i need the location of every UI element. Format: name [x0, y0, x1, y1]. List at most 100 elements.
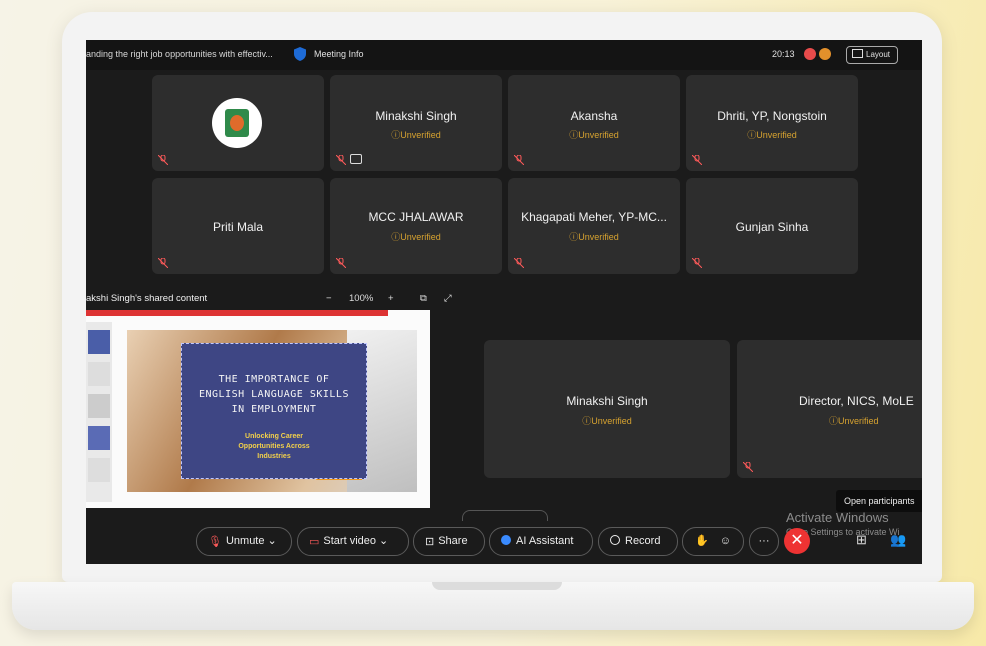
participants-icon[interactable]: 👥	[890, 532, 906, 548]
participant-name: Akansha	[570, 109, 618, 123]
layout-button[interactable]: Layout	[846, 46, 898, 64]
muted-mic-icon	[514, 258, 524, 268]
unverified-badge: Unverified	[686, 128, 858, 141]
participant-name: Priti Mala	[212, 220, 263, 234]
layout-label: Layout	[866, 50, 891, 59]
slide-thumbnail[interactable]	[88, 426, 110, 450]
participant-tile[interactable]: Khagapati Meher, YP-MC... Unverified	[508, 178, 680, 274]
unverified-badge: Unverified	[484, 414, 730, 427]
muted-mic-icon	[514, 155, 524, 165]
ai-assistant-label: AI Assistant	[516, 535, 574, 547]
meeting-info-link[interactable]: Meeting Info	[314, 49, 364, 59]
participant-name: Khagapati Meher, YP-MC...	[521, 210, 667, 224]
meeting-title: anding the right job opportunities with …	[86, 49, 273, 59]
participant-tile[interactable]: Dhriti, YP, Nongstoin Unverified	[686, 75, 858, 171]
muted-mic-icon	[158, 258, 168, 268]
shield-icon	[294, 47, 306, 61]
participant-tile[interactable]: Gunjan Sinha	[686, 178, 858, 274]
slide-title: THE IMPORTANCE OF ENGLISH LANGUAGE SKILL…	[182, 372, 366, 417]
participant-name: Gunjan Sinha	[735, 220, 809, 234]
unmute-button[interactable]: 🎙 Unmute ⌄	[196, 527, 292, 556]
participant-name: Director, NICS, MoLE	[799, 394, 914, 408]
laptop-base	[12, 582, 974, 630]
muted-mic-icon	[692, 155, 702, 165]
recording-icon	[804, 48, 816, 60]
slide-subtitle-line: Unlocking Career	[245, 433, 303, 440]
apps-icon[interactable]: ⊞	[856, 532, 867, 548]
participant-name: MCC JHALAWAR	[368, 210, 464, 224]
participant-tile[interactable]: MCC JHALAWAR Unverified	[330, 178, 502, 274]
share-screen-icon: ⊡	[425, 536, 435, 548]
stage-participant-tile[interactable]: Director, NICS, MoLE Unverified	[737, 340, 922, 478]
pop-out-icon[interactable]: ⧉	[420, 293, 427, 304]
record-icon	[610, 535, 620, 545]
slide-thumbnail[interactable]	[88, 458, 110, 482]
presentation-slide: THE IMPORTANCE OF ENGLISH LANGUAGE SKILL…	[127, 330, 417, 492]
layout-icon	[852, 49, 863, 58]
slide-thumbnail[interactable]	[88, 362, 110, 386]
muted-mic-icon	[692, 258, 702, 268]
zoom-out-button[interactable]: −	[326, 293, 332, 304]
slide-subtitle-line: Opportunities Across	[238, 443, 310, 450]
participant-tile[interactable]: Priti Mala	[152, 178, 324, 274]
slide-title-line: ENGLISH LANGUAGE SKILLS	[199, 389, 349, 400]
muted-mic-icon	[158, 155, 168, 165]
unverified-badge: Unverified	[330, 128, 502, 141]
slide-thumbnails	[86, 322, 112, 502]
zoom-in-button[interactable]: +	[388, 293, 394, 304]
slide-subtitle: Unlocking Career Opportunities Across In…	[182, 432, 366, 462]
emoji-icon: ☺	[719, 535, 731, 547]
unverified-badge: Unverified	[508, 230, 680, 243]
participants-tooltip: Open participants	[836, 490, 922, 512]
ai-assistant-button[interactable]: AI Assistant	[489, 527, 593, 556]
top-bar: anding the right job opportunities with …	[86, 40, 922, 70]
share-button[interactable]: ⊡ Share	[413, 527, 485, 556]
slide-subtitle-line: Industries	[257, 453, 291, 460]
participant-name: Minakshi Singh	[375, 109, 457, 123]
participant-tile[interactable]	[152, 75, 324, 171]
unverified-badge: Unverified	[508, 128, 680, 141]
camera-icon	[350, 154, 362, 164]
laptop-notch	[432, 582, 562, 590]
stage-participant-tile[interactable]: Minakshi Singh Unverified	[484, 340, 730, 478]
ai-assistant-icon	[501, 535, 511, 545]
meeting-timer: 20:13	[772, 49, 795, 59]
more-label: ···	[758, 535, 770, 547]
unmute-label: Unmute	[225, 535, 265, 547]
slide-title-line: IN EMPLOYMENT	[231, 404, 317, 415]
unverified-badge: Unverified	[330, 230, 502, 243]
muted-mic-icon	[336, 258, 346, 268]
participant-name: Minakshi Singh	[566, 394, 648, 408]
record-button[interactable]: Record	[598, 527, 678, 556]
slide-title-line: THE IMPORTANCE OF	[218, 374, 330, 385]
participant-tile[interactable]: Minakshi Singh Unverified	[330, 75, 502, 171]
start-video-button[interactable]: ▭ Start video ⌄	[297, 527, 409, 556]
slide-thumbnail[interactable]	[88, 330, 110, 354]
participant-tile[interactable]: Akansha Unverified	[508, 75, 680, 171]
presentation-ribbon	[86, 310, 388, 316]
organization-logo-icon	[212, 98, 262, 148]
slide-thumbnail[interactable]	[88, 394, 110, 418]
activate-windows-title: Activate Windows	[786, 510, 889, 525]
muted-mic-icon	[743, 462, 753, 472]
zoom-level: 100%	[349, 293, 374, 304]
expand-icon[interactable]: ⤢	[444, 293, 452, 304]
slide-title-box: THE IMPORTANCE OF ENGLISH LANGUAGE SKILL…	[181, 343, 367, 479]
start-video-label: Start video	[323, 535, 376, 547]
reactions-button[interactable]: ✋ ☺	[682, 527, 744, 556]
shared-content-view[interactable]: THE IMPORTANCE OF ENGLISH LANGUAGE SKILL…	[86, 310, 430, 508]
unverified-badge: Unverified	[829, 414, 922, 427]
shared-content-label: akshi Singh's shared content	[86, 293, 208, 304]
collapse-chevron-icon[interactable]	[462, 510, 548, 521]
end-call-button[interactable]: ✕	[784, 528, 810, 554]
video-off-icon: ▭	[309, 536, 320, 548]
muted-mic-icon	[336, 155, 346, 165]
raise-hand-icon: ✋	[695, 535, 709, 547]
record-label: Record	[625, 535, 661, 547]
meeting-screen: anding the right job opportunities with …	[86, 40, 922, 564]
share-label: Share	[438, 535, 468, 547]
muted-mic-icon: 🎙	[208, 536, 222, 548]
more-options-button[interactable]: ···	[749, 527, 779, 556]
status-icon	[819, 48, 831, 60]
participant-name: Dhriti, YP, Nongstoin	[717, 109, 827, 123]
